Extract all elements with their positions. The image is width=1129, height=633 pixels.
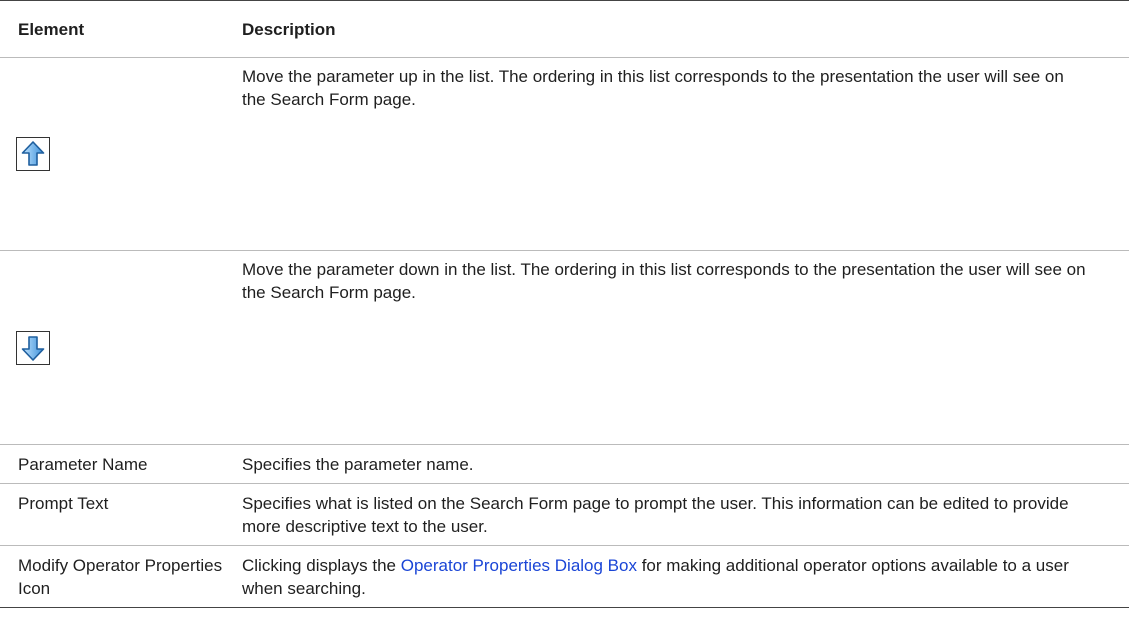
table-row-move-up: Move the parameter up in the list. The o… — [0, 57, 1129, 251]
element-description-table: Element Description Move the parameter u… — [0, 0, 1129, 608]
table-row-prompt-text: Prompt Text Specifies what is listed on … — [0, 483, 1129, 546]
move-up-button[interactable] — [16, 137, 50, 171]
element-cell: Prompt Text — [0, 483, 242, 546]
operator-properties-dialog-link[interactable]: Operator Properties Dialog Box — [401, 556, 637, 575]
table-row-modify-operator: Modify Operator Properties Icon Clicking… — [0, 545, 1129, 608]
move-down-arrow-icon — [21, 335, 45, 361]
table-header-row: Element Description — [0, 0, 1129, 58]
description-cell: Specifies the parameter name. — [242, 444, 1129, 484]
description-text-before: Clicking displays the — [242, 556, 401, 575]
element-cell: Modify Operator Properties Icon — [0, 545, 242, 608]
column-header-element: Element — [0, 0, 242, 58]
move-up-arrow-icon — [21, 141, 45, 166]
table-row-parameter-name: Parameter Name Specifies the parameter n… — [0, 444, 1129, 484]
description-cell: Clicking displays the Operator Propertie… — [242, 545, 1129, 608]
table-row-move-down: Move the parameter down in the list. The… — [0, 250, 1129, 445]
description-cell: Move the parameter up in the list. The o… — [242, 57, 1129, 251]
description-cell: Move the parameter down in the list. The… — [242, 250, 1129, 445]
element-cell — [0, 250, 242, 445]
column-header-description: Description — [242, 0, 1129, 58]
element-cell: Parameter Name — [0, 444, 242, 484]
move-down-button[interactable] — [16, 330, 50, 365]
description-cell: Specifies what is listed on the Search F… — [242, 483, 1129, 546]
element-cell — [0, 57, 242, 251]
